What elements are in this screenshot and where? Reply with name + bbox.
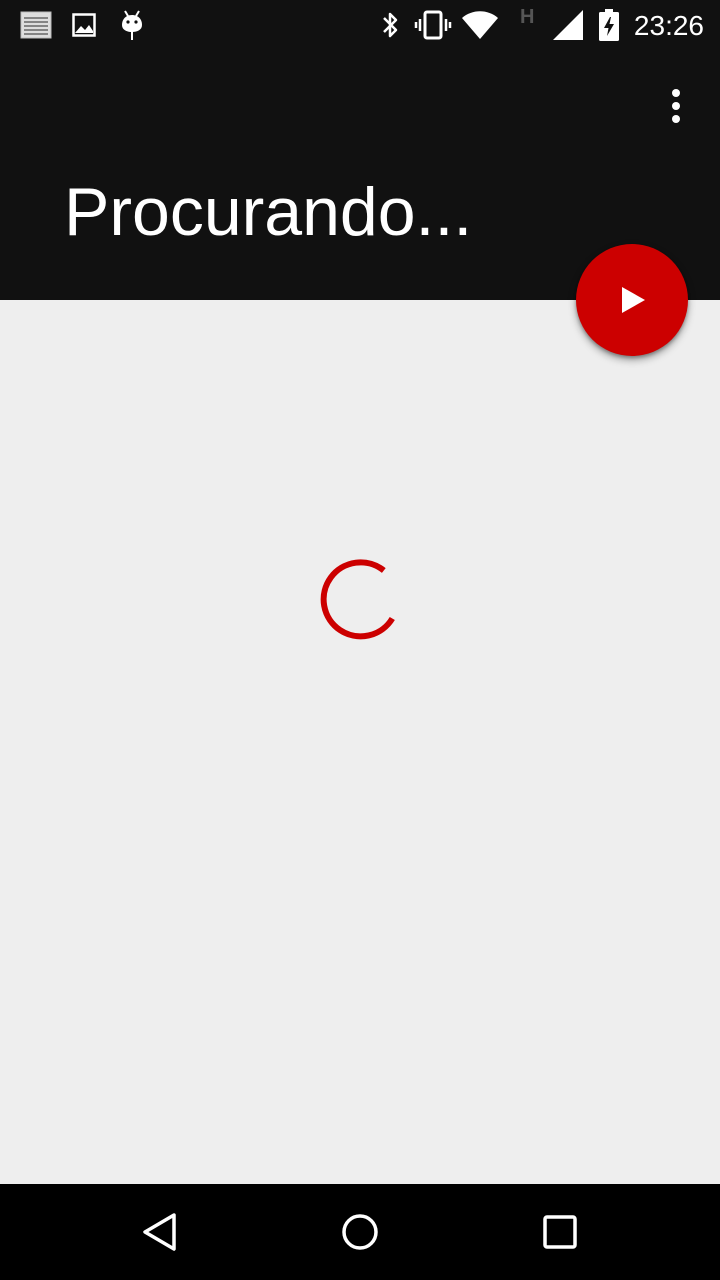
play-icon <box>616 284 648 316</box>
loading-spinner <box>315 555 405 645</box>
play-button[interactable] <box>576 244 688 356</box>
android-icon <box>120 0 144 50</box>
back-icon <box>140 1212 180 1252</box>
back-button[interactable] <box>100 1184 220 1280</box>
signal-icon <box>552 0 584 50</box>
wifi-icon <box>461 0 499 50</box>
bluetooth-icon <box>378 0 402 50</box>
status-time: 23:26 <box>633 10 704 41</box>
overflow-menu-icon[interactable] <box>656 82 696 130</box>
content-area <box>0 300 720 1184</box>
recents-icon <box>542 1214 578 1250</box>
home-icon <box>340 1212 380 1252</box>
vibrate-icon <box>414 0 452 50</box>
navigation-bar <box>0 1184 720 1280</box>
network-type-label: H <box>520 5 535 28</box>
battery-charging-icon <box>598 0 620 50</box>
status-bar: H 23:26 <box>0 0 720 50</box>
notes-icon <box>20 0 52 50</box>
home-button[interactable] <box>300 1184 420 1280</box>
page-title: Procurando... <box>64 174 473 250</box>
recents-button[interactable] <box>500 1184 620 1280</box>
image-icon <box>72 0 96 50</box>
